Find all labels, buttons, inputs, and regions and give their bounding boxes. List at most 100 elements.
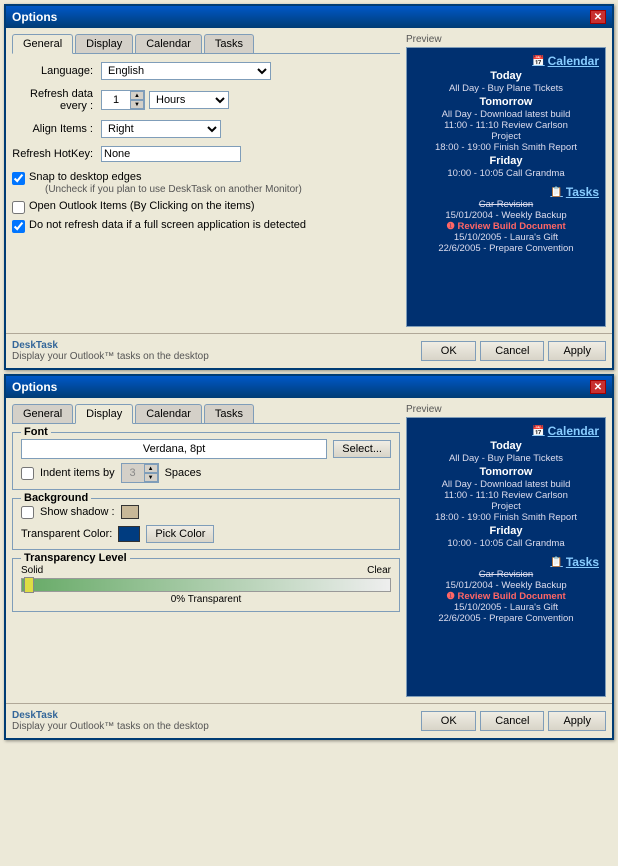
footer-info-1: DeskTask Display your Outlook™ tasks on …: [12, 340, 209, 362]
window-body-1: General Display Calendar Tasks Language:…: [6, 28, 612, 333]
hotkey-label: Refresh HotKey:: [12, 148, 97, 160]
indent-row: Indent items by ▲ ▼ Spaces: [21, 463, 391, 483]
ok-button-1[interactable]: OK: [421, 341, 476, 361]
cancel-button-1[interactable]: Cancel: [480, 341, 544, 361]
refresh-value-input[interactable]: [102, 93, 130, 107]
tabs-1: General Display Calendar Tasks: [12, 34, 400, 54]
tab-display-2[interactable]: Display: [75, 404, 133, 424]
preview-task4-1: 15/10/2005 - Laura's Gift: [413, 232, 599, 243]
align-select[interactable]: Right Left Center: [101, 120, 221, 138]
refresh-spinner[interactable]: ▲ ▼: [101, 90, 145, 110]
pick-color-button[interactable]: Pick Color: [146, 525, 214, 543]
tab-display-1[interactable]: Display: [75, 34, 133, 53]
transparency-group-title: Transparency Level: [21, 552, 130, 564]
align-row: Align Items : Right Left Center: [12, 120, 400, 138]
preview-task1-1: Car Revision: [413, 199, 599, 210]
footer-2: DeskTask Display your Outlook™ tasks on …: [6, 703, 612, 738]
ok-button-2[interactable]: OK: [421, 711, 476, 731]
checkbox1-label: Snap to desktop edges: [29, 171, 142, 183]
indent-spinner: ▲ ▼: [121, 463, 159, 483]
checkbox1-sub: (Uncheck if you plan to use DeskTask on …: [45, 184, 302, 195]
checkbox3[interactable]: [12, 220, 25, 233]
tab-general-2[interactable]: General: [12, 404, 73, 423]
preview-task1-2: Car Revision: [413, 569, 599, 580]
apply-button-2[interactable]: Apply: [548, 711, 606, 731]
app-desc-1: Display your Outlook™ tasks on the deskt…: [12, 351, 209, 362]
preview-day2-item3-2: Project: [413, 501, 599, 512]
checkbox3-row: Do not refresh data if a full screen app…: [12, 218, 400, 233]
language-row: Language: English: [12, 62, 400, 80]
preview-day3-item1-1: 10:00 - 10:05 Call Grandma: [413, 168, 599, 179]
app-name-2: DeskTask: [12, 710, 209, 721]
transparent-color-row: Transparent Color: Pick Color: [21, 525, 391, 543]
checkbox2[interactable]: [12, 201, 25, 214]
indent-value-input: [122, 466, 144, 480]
font-select-button[interactable]: Select...: [333, 440, 391, 458]
checkbox1-row: Snap to desktop edges (Uncheck if you pl…: [12, 170, 400, 195]
preview-task5-2: 22/6/2005 - Prepare Convention: [413, 613, 599, 624]
background-group-title: Background: [21, 492, 91, 504]
font-group-title: Font: [21, 426, 51, 438]
window-body-2: General Display Calendar Tasks Font Verd…: [6, 398, 612, 703]
transparent-color-label: Transparent Color:: [21, 528, 112, 540]
footer-buttons-1: OK Cancel Apply: [421, 341, 606, 361]
tab-tasks-2[interactable]: Tasks: [204, 404, 254, 423]
close-button-1[interactable]: ✕: [590, 10, 606, 24]
preview-task5-1: 22/6/2005 - Prepare Convention: [413, 243, 599, 254]
checkbox2-row: Open Outlook Items (By Clicking on the i…: [12, 199, 400, 214]
title-bar-2: Options ✕: [6, 376, 612, 398]
shadow-row: Show shadow :: [21, 505, 391, 519]
shadow-checkbox[interactable]: [21, 506, 34, 519]
refresh-down-button[interactable]: ▼: [130, 100, 144, 109]
apply-button-1[interactable]: Apply: [548, 341, 606, 361]
app-desc-2: Display your Outlook™ tasks on the deskt…: [12, 721, 209, 732]
slider-right-label: Clear: [367, 565, 391, 576]
refresh-unit-select[interactable]: Hours Minutes: [149, 91, 229, 109]
preview-task3-2: ❶ Review Build Document: [413, 591, 599, 602]
checkbox1[interactable]: [12, 172, 25, 185]
preview-label-2: Preview: [406, 404, 606, 415]
checkbox1-label-wrapper: Snap to desktop edges (Uncheck if you pl…: [29, 170, 302, 195]
refresh-up-button[interactable]: ▲: [130, 91, 144, 100]
tab-general-1[interactable]: General: [12, 34, 73, 54]
indent-down-button: ▼: [144, 473, 158, 482]
preview-day2-item1-2: All Day - Download latest build: [413, 479, 599, 490]
preview-day2-item3-1: Project: [413, 131, 599, 142]
checkbox2-label: Open Outlook Items (By Clicking on the i…: [29, 199, 255, 213]
cancel-button-2[interactable]: Cancel: [480, 711, 544, 731]
indent-checkbox[interactable]: [21, 467, 34, 480]
transparency-group: Transparency Level Solid Clear 0% Transp…: [12, 558, 400, 612]
shadow-swatch: [121, 505, 139, 519]
preview-task3-1: ❶ Review Build Document: [413, 221, 599, 232]
preview-task4-2: 15/10/2005 - Laura's Gift: [413, 602, 599, 613]
language-select[interactable]: English: [101, 62, 271, 80]
indent-spinner-buttons: ▲ ▼: [144, 464, 158, 482]
preview-day2-2: Tomorrow: [413, 466, 599, 478]
shadow-label: Show shadow :: [40, 506, 115, 518]
tab-calendar-2[interactable]: Calendar: [135, 404, 202, 423]
preview-day3-1: Friday: [413, 155, 599, 167]
preview-day2-item2-2: 11:00 - 11:10 Review Carlson: [413, 490, 599, 501]
refresh-row: Refresh data every : ▲ ▼ Hours Minutes: [12, 88, 400, 112]
preview-content-2: 📅 Calendar Today All Day - Buy Plane Tic…: [406, 417, 606, 697]
preview-day2-item1-1: All Day - Download latest build: [413, 109, 599, 120]
preview-day1-item1-2: All Day - Buy Plane Tickets: [413, 453, 599, 464]
footer-info-2: DeskTask Display your Outlook™ tasks on …: [12, 710, 209, 732]
preview-panel-1: Preview 📅 Calendar Today All Day - Buy P…: [406, 34, 606, 327]
preview-day2-item2-1: 11:00 - 11:10 Review Carlson: [413, 120, 599, 131]
tab-tasks-1[interactable]: Tasks: [204, 34, 254, 53]
align-label: Align Items :: [12, 123, 97, 135]
preview-panel-2: Preview 📅 Calendar Today All Day - Buy P…: [406, 404, 606, 697]
title-bar-text-2: Options: [12, 380, 57, 394]
title-bar-1: Options ✕: [6, 6, 612, 28]
preview-day3-2: Friday: [413, 525, 599, 537]
preview-day3-item1-2: 10:00 - 10:05 Call Grandma: [413, 538, 599, 549]
tab-calendar-1[interactable]: Calendar: [135, 34, 202, 53]
slider-thumb: [24, 577, 34, 593]
title-bar-text-1: Options: [12, 10, 57, 24]
options-window-1: Options ✕ General Display Calendar Tasks…: [4, 4, 614, 370]
tabs-2: General Display Calendar Tasks: [12, 404, 400, 424]
hotkey-input[interactable]: [101, 146, 241, 162]
font-group: Font Verdana, 8pt Select... Indent items…: [12, 432, 400, 490]
close-button-2[interactable]: ✕: [590, 380, 606, 394]
